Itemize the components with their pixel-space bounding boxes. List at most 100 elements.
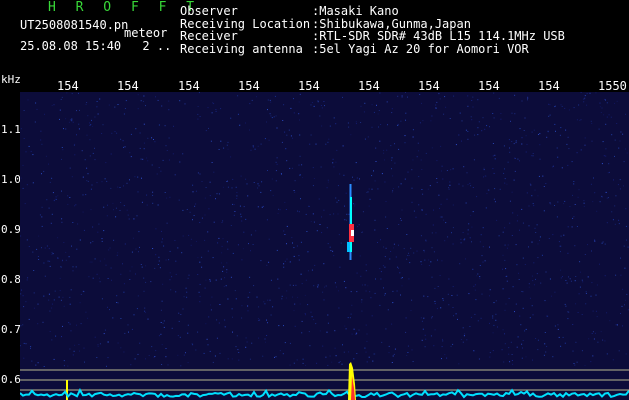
noise-dot	[562, 276, 563, 278]
noise-dot	[313, 319, 315, 321]
noise-dot	[209, 280, 211, 282]
noise-dot	[178, 312, 180, 314]
noise-dot	[224, 326, 226, 328]
noise-dot	[214, 355, 216, 357]
noise-dot	[179, 336, 181, 338]
noise-dot	[461, 140, 462, 142]
noise-dot	[232, 331, 233, 333]
noise-dot	[338, 362, 340, 364]
noise-dot	[275, 115, 277, 117]
noise-dot	[358, 329, 360, 331]
freq-tick: 154	[478, 79, 500, 93]
noise-dot	[85, 194, 87, 196]
noise-dot	[532, 359, 533, 361]
noise-dot	[72, 266, 74, 268]
noise-dot	[77, 223, 79, 225]
noise-dot	[511, 141, 513, 142]
noise-dot	[482, 227, 484, 229]
noise-dot	[219, 352, 221, 354]
noise-dot	[511, 191, 513, 193]
metadata-values: :Masaki Kano :Shibukawa,Gunma,Japan :RTL…	[312, 5, 565, 55]
noise-dot	[204, 239, 206, 241]
noise-dot	[559, 134, 561, 136]
noise-dot	[120, 202, 122, 203]
noise-dot	[284, 234, 286, 235]
noise-dot	[299, 155, 301, 157]
noise-dot	[310, 104, 312, 106]
noise-dot	[622, 133, 624, 135]
noise-dot	[312, 213, 314, 215]
noise-dot	[391, 112, 393, 114]
noise-dot	[69, 296, 71, 298]
noise-dot	[624, 267, 626, 269]
noise-dot	[470, 215, 472, 217]
noise-dot	[194, 205, 196, 207]
noise-dot	[262, 205, 264, 207]
noise-dot	[458, 363, 460, 365]
noise-dot	[421, 320, 423, 322]
noise-dot	[66, 92, 68, 94]
noise-dot	[218, 237, 220, 239]
noise-dot	[30, 150, 32, 152]
noise-dot	[76, 324, 77, 326]
noise-dot	[92, 277, 94, 279]
noise-dot	[405, 112, 407, 114]
noise-dot	[544, 332, 546, 333]
observer-label: Observer	[180, 4, 238, 18]
noise-dot	[297, 296, 299, 298]
noise-dot	[47, 260, 49, 262]
noise-dot	[319, 330, 321, 332]
noise-dot	[436, 178, 438, 179]
noise-dot	[596, 210, 598, 212]
noise-dot	[110, 187, 112, 189]
noise-dot	[289, 342, 291, 344]
noise-dot	[626, 293, 628, 295]
noise-dot	[579, 119, 581, 121]
noise-dot	[137, 295, 139, 297]
noise-dot	[134, 358, 136, 360]
noise-dot	[316, 362, 318, 364]
noise-dot	[232, 178, 234, 180]
noise-dot	[508, 139, 510, 141]
noise-dot	[385, 216, 387, 218]
noise-dot	[532, 314, 534, 316]
noise-dot	[522, 307, 524, 309]
noise-dot	[461, 120, 463, 122]
noise-dot	[144, 311, 146, 313]
noise-dot	[453, 95, 455, 97]
noise-dot	[581, 314, 583, 315]
noise-dot	[441, 165, 443, 167]
noise-dot	[99, 98, 101, 100]
noise-dot	[564, 200, 566, 202]
noise-dot	[165, 356, 167, 358]
noise-dot	[566, 282, 568, 284]
noise-dot	[293, 255, 295, 257]
noise-dot	[492, 113, 494, 114]
noise-dot	[591, 333, 593, 334]
noise-dot	[515, 157, 516, 159]
noise-dot	[586, 93, 588, 95]
observer-value: :Masaki Kano	[312, 4, 399, 18]
noise-dot	[213, 103, 215, 105]
noise-dot	[377, 188, 379, 190]
noise-dot	[571, 226, 573, 228]
noise-dot	[138, 231, 140, 233]
noise-dot	[519, 229, 520, 231]
noise-dot	[89, 155, 91, 157]
noise-dot	[226, 271, 228, 273]
noise-dot	[117, 186, 119, 188]
app-logo: H R O F F T	[48, 0, 201, 15]
noise-dot	[51, 177, 53, 179]
noise-dot	[348, 213, 350, 215]
noise-dot	[576, 119, 578, 121]
noise-dot	[242, 248, 244, 250]
noise-dot	[124, 243, 126, 245]
noise-dot	[25, 343, 27, 345]
noise-dot	[235, 298, 237, 300]
noise-dot	[245, 346, 247, 348]
noise-dot	[399, 272, 401, 274]
noise-dot	[435, 107, 437, 109]
noise-dot	[39, 214, 41, 216]
noise-dot	[348, 351, 350, 353]
noise-dot	[532, 153, 534, 154]
